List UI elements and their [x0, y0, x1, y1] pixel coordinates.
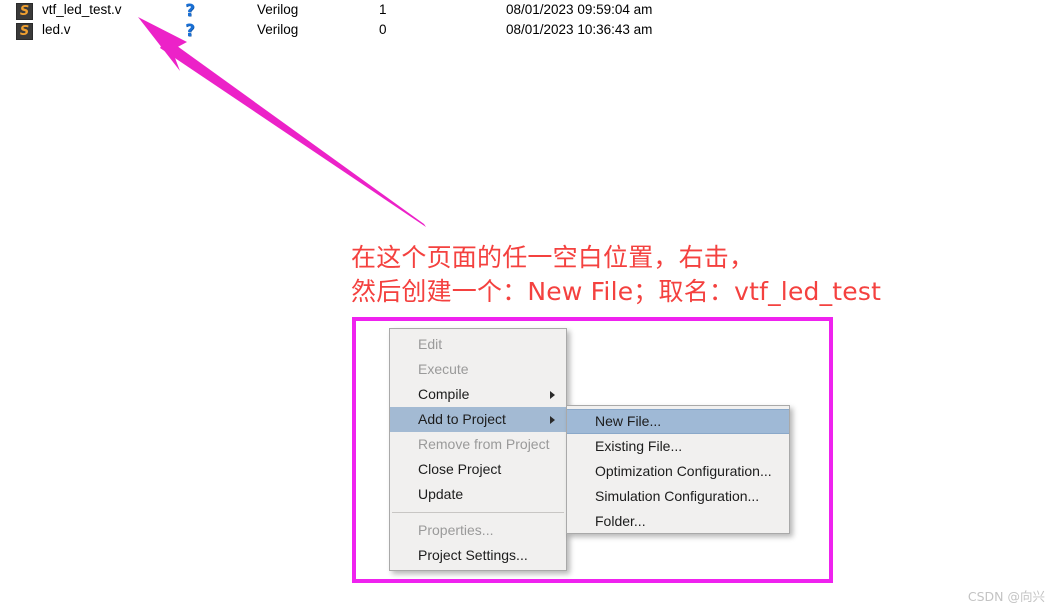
file-type: Verilog — [257, 22, 299, 37]
menu-item-properties[interactable]: Properties... — [390, 518, 566, 543]
verilog-file-icon-glyph: S — [19, 4, 30, 19]
menu-item-label: Existing File... — [595, 438, 683, 454]
menu-item-label: Close Project — [418, 461, 502, 477]
menu-item-add-to-project[interactable]: Add to Project — [390, 407, 566, 432]
submenu-item-folder[interactable]: Folder... — [567, 509, 789, 534]
menu-item-label: Execute — [418, 361, 469, 377]
menu-item-label: Project Settings... — [418, 547, 528, 563]
menu-item-update[interactable]: Update — [390, 482, 566, 507]
menu-item-label: Remove from Project — [418, 436, 550, 452]
menu-item-project-settings[interactable]: Project Settings... — [390, 543, 566, 568]
verilog-file-icon: S — [16, 23, 33, 40]
menu-item-label: Edit — [418, 336, 443, 352]
file-order: 0 — [379, 22, 387, 37]
menu-item-label: Add to Project — [418, 411, 506, 427]
menu-item-label: Optimization Configuration... — [595, 463, 772, 479]
table-row[interactable]: S led.v ? Verilog 0 08/01/2023 10:36:43 … — [0, 21, 1057, 42]
file-name[interactable]: vtf_led_test.v — [42, 2, 122, 17]
submenu-item-optimization-configuration[interactable]: Optimization Configuration... — [567, 459, 789, 484]
file-modified: 08/01/2023 10:36:43 am — [506, 22, 653, 37]
chevron-right-icon — [550, 415, 555, 424]
menu-item-label: Update — [418, 486, 464, 502]
file-modified: 08/01/2023 09:59:04 am — [506, 2, 653, 17]
question-mark-icon: ? — [185, 21, 195, 41]
submenu-item-simulation-configuration[interactable]: Simulation Configuration... — [567, 484, 789, 509]
instruction-line-2: 然后创建一个：New File；取名：vtf_led_test — [351, 277, 882, 306]
verilog-file-icon-glyph: S — [19, 24, 30, 39]
menu-item-label: Simulation Configuration... — [595, 488, 760, 504]
menu-separator — [392, 512, 564, 513]
context-menu[interactable]: Edit Execute Compile Add to Project Remo… — [389, 328, 567, 571]
file-type: Verilog — [257, 2, 299, 17]
menu-item-edit[interactable]: Edit — [390, 332, 566, 357]
add-to-project-submenu[interactable]: New File... Existing File... Optimizatio… — [566, 405, 790, 534]
menu-item-label: Properties... — [418, 522, 494, 538]
file-name[interactable]: led.v — [42, 22, 71, 37]
menu-item-compile[interactable]: Compile — [390, 382, 566, 407]
table-row[interactable]: S vtf_led_test.v ? Verilog 1 08/01/2023 … — [0, 1, 1057, 22]
menu-item-label: New File... — [595, 413, 662, 429]
menu-item-execute[interactable]: Execute — [390, 357, 566, 382]
question-mark-icon: ? — [185, 1, 195, 21]
watermark: CSDN @向兴 — [967, 589, 1045, 604]
menu-item-close-project[interactable]: Close Project — [390, 457, 566, 482]
menu-item-remove-from-project[interactable]: Remove from Project — [390, 432, 566, 457]
submenu-item-new-file[interactable]: New File... — [567, 409, 789, 434]
menu-item-label: Folder... — [595, 513, 646, 529]
instruction-text: 在这个页面的任一空白位置，右击， 然后创建一个：New File；取名：vtf_… — [351, 241, 991, 309]
chevron-right-icon — [550, 390, 555, 399]
file-list[interactable]: S vtf_led_test.v ? Verilog 1 08/01/2023 … — [0, 0, 1057, 42]
instruction-line-1: 在这个页面的任一空白位置，右击， — [351, 243, 755, 272]
verilog-file-icon: S — [16, 3, 33, 20]
menu-item-label: Compile — [418, 386, 470, 402]
file-order: 1 — [379, 2, 387, 17]
submenu-item-existing-file[interactable]: Existing File... — [567, 434, 789, 459]
